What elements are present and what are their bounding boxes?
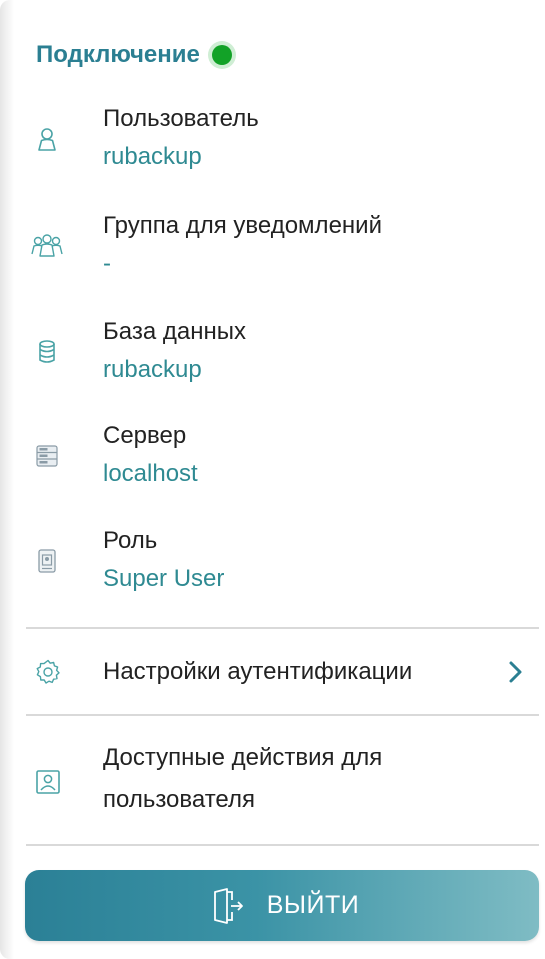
user-actions-menu-item[interactable]: Доступные действия для пользователя bbox=[0, 735, 545, 830]
users-group-icon bbox=[31, 234, 63, 257]
info-value-role: Super User bbox=[103, 565, 225, 592]
info-row-notification-group: Группа для уведомлений - bbox=[0, 210, 545, 290]
database-icon bbox=[39, 340, 55, 363]
info-row-server: Сервер localhost bbox=[0, 420, 545, 500]
connection-panel: Подключение Пользователь rubackup Группа… bbox=[0, 0, 545, 959]
info-value-notification-group: - bbox=[103, 250, 111, 277]
divider bbox=[26, 627, 539, 629]
info-value-database: rubackup bbox=[103, 356, 202, 383]
role-badge-icon bbox=[38, 549, 56, 573]
connection-header: Подключение bbox=[36, 37, 232, 73]
user-actions-label-line2: пользователя bbox=[103, 786, 255, 813]
connection-title: Подключение bbox=[36, 41, 200, 68]
logout-button-content: ВЫЙТИ bbox=[205, 886, 360, 926]
info-label-role: Роль bbox=[103, 527, 158, 554]
info-row-role: Роль Super User bbox=[0, 525, 545, 605]
connection-status-indicator bbox=[211, 45, 232, 65]
info-row-user: Пользователь rubackup bbox=[0, 103, 545, 183]
logout-button[interactable]: ВЫЙТИ bbox=[25, 870, 539, 941]
info-value-user: rubackup bbox=[103, 143, 202, 170]
server-icon bbox=[36, 445, 58, 467]
user-icon bbox=[38, 128, 56, 151]
chevron-right-icon bbox=[509, 661, 522, 683]
info-label-database: База данных bbox=[103, 318, 246, 345]
info-label-notification-group: Группа для уведомлений bbox=[103, 212, 382, 239]
info-label-server: Сервер bbox=[103, 422, 187, 449]
user-actions-label: Доступные действия для пользователя bbox=[103, 737, 382, 821]
gear-icon bbox=[36, 659, 60, 684]
info-label-user: Пользователь bbox=[103, 105, 259, 132]
auth-settings-menu-item[interactable]: Настройки аутентификации bbox=[0, 645, 545, 700]
divider bbox=[26, 714, 539, 716]
info-row-database: База данных rubackup bbox=[0, 316, 545, 396]
auth-settings-label: Настройки аутентификации bbox=[103, 658, 413, 685]
logout-label: ВЫЙТИ bbox=[266, 891, 360, 919]
info-value-server: localhost bbox=[103, 460, 198, 487]
exit-door-icon bbox=[213, 887, 243, 924]
user-actions-label-line1: Доступные действия для bbox=[103, 744, 383, 771]
divider bbox=[26, 844, 539, 846]
user-card-icon bbox=[36, 770, 60, 794]
